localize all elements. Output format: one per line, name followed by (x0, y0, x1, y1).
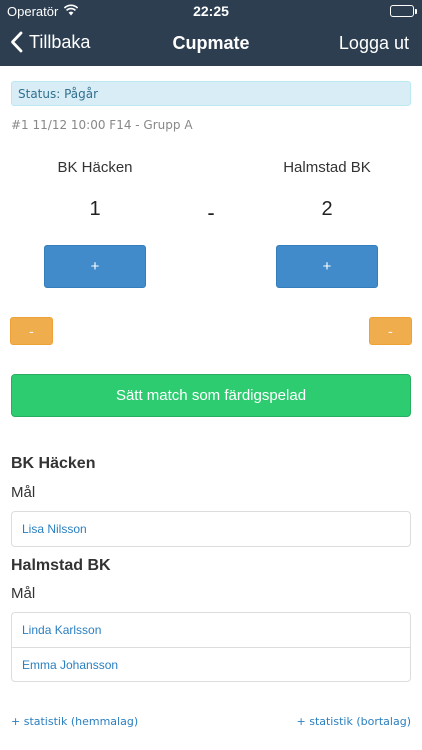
logout-button[interactable]: Logga ut (339, 33, 409, 54)
match-info: #1 11/12 10:00 F14 - Grupp A (11, 118, 193, 132)
home-goals-list: Lisa Nilsson (11, 511, 411, 547)
status-bar: Operatör 22:25 (0, 0, 422, 22)
home-goals-label: Mål (11, 484, 36, 501)
finish-match-button[interactable]: Sätt match som färdigspelad (11, 374, 411, 417)
home-minus-button[interactable]: - (10, 317, 53, 345)
away-team-name: Halmstad BK (283, 159, 371, 176)
score-separator: - (207, 200, 215, 225)
list-item[interactable]: Lisa Nilsson (12, 512, 410, 546)
navbar: Tillbaka Cupmate Logga ut (0, 22, 422, 66)
battery-nub (415, 9, 417, 14)
list-item[interactable]: Linda Karlsson (12, 613, 410, 647)
away-score: 2 (321, 198, 333, 220)
add-away-stats-link[interactable]: + statistik (bortalag) (297, 715, 412, 728)
list-item[interactable]: Emma Johansson (12, 647, 410, 681)
away-minus-button[interactable]: - (369, 317, 412, 345)
home-score: 1 (89, 198, 101, 220)
home-team-name: BK Häcken (57, 159, 133, 176)
back-button[interactable]: Tillbaka (10, 31, 90, 53)
away-goals-title: Halmstad BK (11, 557, 111, 574)
chevron-left-icon (11, 31, 23, 53)
away-goals-label: Mål (11, 585, 36, 602)
battery-icon (390, 5, 417, 17)
home-plus-button[interactable]: + (44, 245, 146, 288)
back-label: Tillbaka (29, 31, 91, 52)
away-goals-list: Linda Karlsson Emma Johansson (11, 612, 411, 682)
clock: 22:25 (193, 3, 229, 19)
home-goals-title: BK Häcken (11, 455, 96, 472)
add-home-stats-link[interactable]: + statistik (hemmalag) (11, 715, 138, 728)
away-plus-button[interactable]: + (276, 245, 378, 288)
status-badge: Status: Pågår (11, 81, 411, 106)
